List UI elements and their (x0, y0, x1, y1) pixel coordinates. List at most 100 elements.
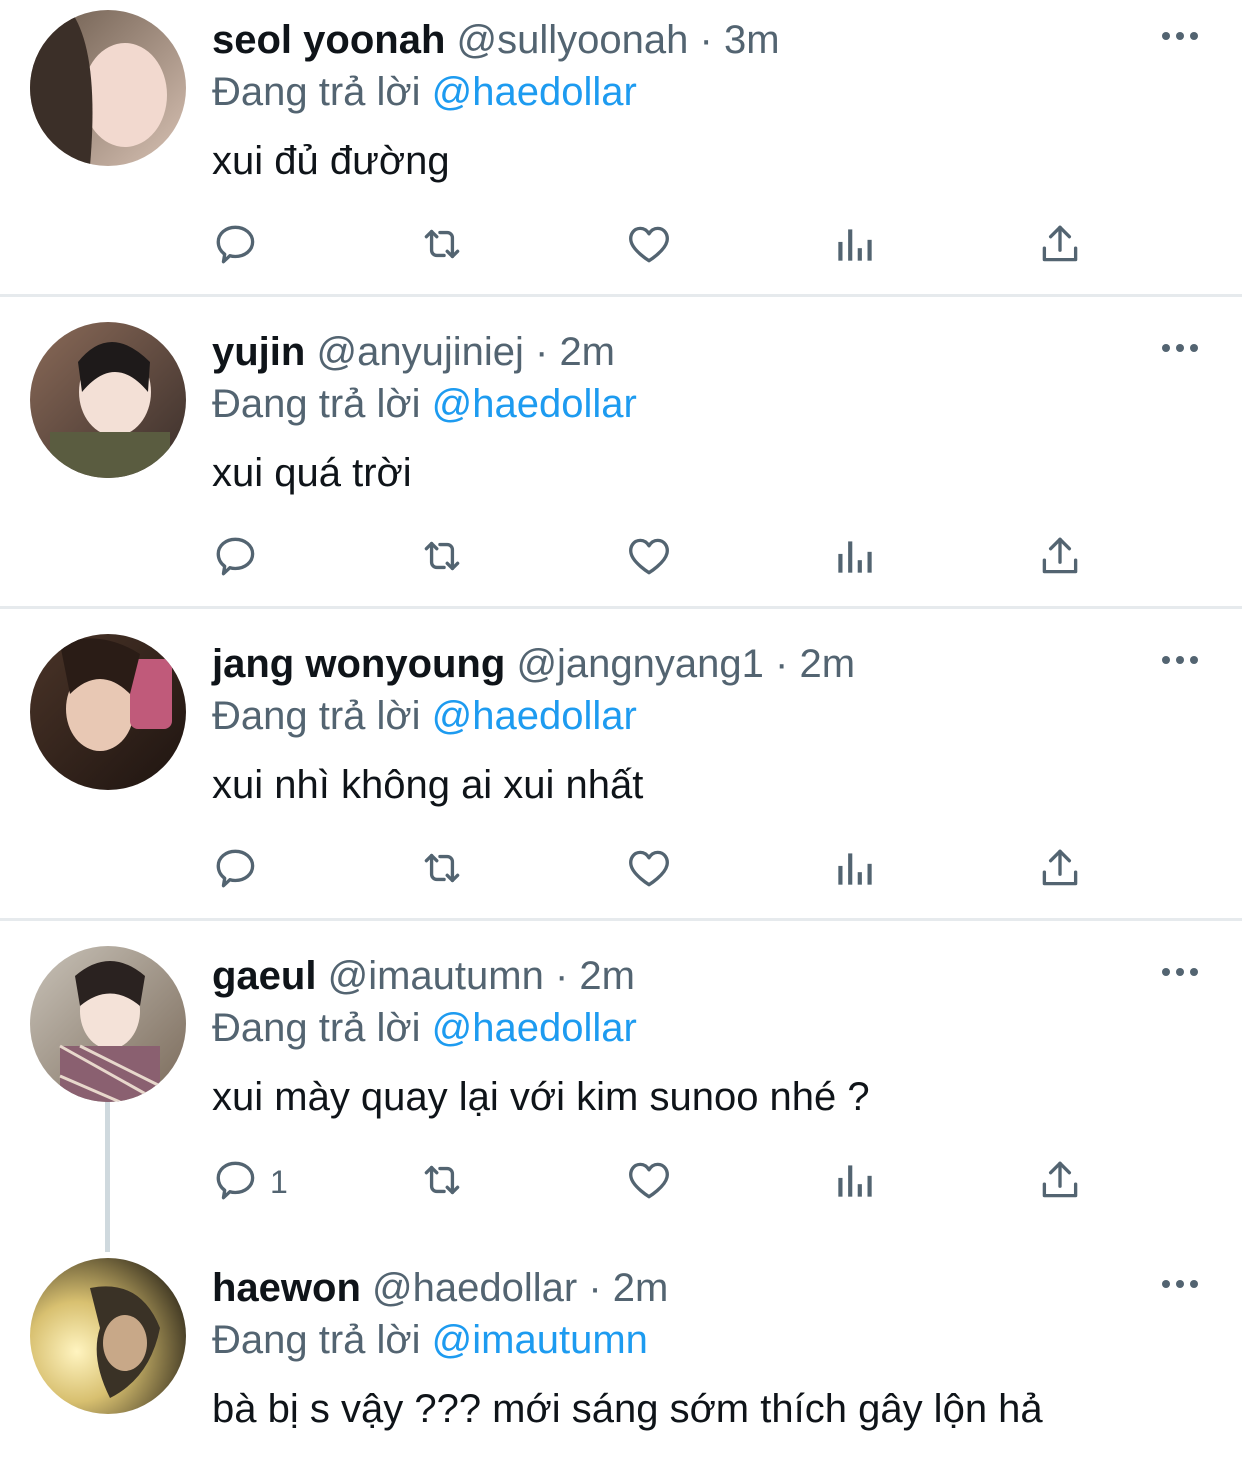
reply-button[interactable] (212, 840, 270, 900)
divider (0, 918, 1242, 921)
avatar[interactable] (30, 946, 186, 1102)
author-handle[interactable]: @haedollar (372, 1266, 577, 1310)
reply-icon (212, 219, 262, 274)
replying-to: Đang trả lời @haedollar (212, 692, 637, 740)
share-button[interactable] (1035, 216, 1085, 276)
reply-count: 1 (270, 1163, 288, 1200)
views-button[interactable] (830, 216, 880, 276)
author-handle[interactable]: @anyujiniej (316, 330, 523, 374)
separator-dot: · (588, 1266, 602, 1310)
reply-icon (212, 1155, 262, 1210)
avatar[interactable] (30, 634, 186, 790)
tweet-text: bà bị s vậy ??? mới sáng sớm thích gây l… (212, 1387, 1043, 1431)
author-name[interactable]: yujin (212, 330, 305, 374)
more-icon[interactable] (1160, 22, 1200, 50)
author-name[interactable]: jang wonyoung (212, 642, 505, 686)
views-button[interactable] (830, 1152, 880, 1212)
retweet-button[interactable] (417, 528, 467, 588)
author-name[interactable]: haewon (212, 1266, 361, 1310)
like-button[interactable] (624, 528, 674, 588)
like-icon (624, 219, 674, 274)
timestamp[interactable]: 2m (559, 330, 615, 374)
action-bar: 1 (212, 1152, 1112, 1212)
timestamp[interactable]: 2m (613, 1266, 669, 1310)
replying-prefix: Đang trả lời (212, 70, 421, 114)
replying-mention[interactable]: @haedollar (432, 1006, 637, 1050)
share-icon (1035, 219, 1085, 274)
replying-prefix: Đang trả lời (212, 1006, 421, 1050)
replying-mention[interactable]: @imautumn (432, 1318, 648, 1362)
tweet-header: gaeul @imautumn · 2m (212, 952, 635, 1000)
views-icon (830, 1155, 880, 1210)
separator-dot: · (534, 330, 549, 374)
reply-icon (212, 531, 262, 586)
tweet-2[interactable]: yujin @anyujiniej · 2m Đang trả lời @hae… (0, 312, 1242, 608)
like-button[interactable] (624, 216, 674, 276)
replying-mention[interactable]: @haedollar (432, 382, 637, 426)
retweet-icon (417, 843, 467, 898)
tweet-5[interactable]: haewon @haedollar · 2m Đang trả lời @ima… (0, 1248, 1242, 1460)
author-handle[interactable]: @jangnyang1 (516, 642, 763, 686)
views-icon (830, 843, 880, 898)
replying-to: Đang trả lời @haedollar (212, 380, 637, 428)
separator-dot: · (699, 18, 713, 62)
reply-icon (212, 843, 262, 898)
timestamp[interactable]: 2m (579, 954, 635, 998)
share-icon (1035, 531, 1085, 586)
avatar[interactable] (30, 1258, 186, 1414)
tweet-3[interactable]: jang wonyoung @jangnyang1 · 2m Đang trả … (0, 624, 1242, 920)
tweet-header: seol yoonah @sullyoonah · 3m (212, 16, 780, 64)
author-name[interactable]: gaeul (212, 954, 316, 998)
tweet-text: xui mày quay lại với kim sunoo nhé ? (212, 1075, 870, 1119)
author-handle[interactable]: @sullyoonah (457, 18, 689, 62)
retweet-button[interactable] (417, 216, 467, 276)
reply-button[interactable]: 1 (212, 1152, 288, 1212)
replying-prefix: Đang trả lời (212, 382, 421, 426)
reply-button[interactable] (212, 216, 270, 276)
more-icon[interactable] (1160, 646, 1200, 674)
tweet-4[interactable]: gaeul @imautumn · 2m Đang trả lời @haedo… (0, 936, 1242, 1248)
replying-mention[interactable]: @haedollar (432, 694, 637, 738)
author-handle[interactable]: @imautumn (328, 954, 544, 998)
reply-button[interactable] (212, 528, 270, 588)
tweet-text: xui nhì không ai xui nhất (212, 763, 644, 807)
timestamp[interactable]: 2m (799, 642, 855, 686)
share-button[interactable] (1035, 528, 1085, 588)
more-icon[interactable] (1160, 334, 1200, 362)
like-button[interactable] (624, 840, 674, 900)
separator-dot: · (775, 642, 789, 686)
like-icon (624, 531, 674, 586)
more-icon[interactable] (1160, 958, 1200, 986)
divider (0, 294, 1242, 297)
share-button[interactable] (1035, 840, 1085, 900)
tweet-header: jang wonyoung @jangnyang1 · 2m (212, 640, 855, 688)
author-name[interactable]: seol yoonah (212, 18, 445, 62)
like-icon (624, 843, 674, 898)
more-icon[interactable] (1160, 1270, 1200, 1298)
tweet-1[interactable]: seol yoonah @sullyoonah · 3m Đang trả lờ… (0, 0, 1242, 296)
separator-dot: · (554, 954, 569, 998)
retweet-button[interactable] (417, 840, 467, 900)
timestamp[interactable]: 3m (724, 18, 780, 62)
action-bar (212, 528, 1112, 588)
avatar[interactable] (30, 322, 186, 478)
tweet-text: xui đủ đường (212, 139, 450, 183)
replying-prefix: Đang trả lời (212, 694, 421, 738)
like-button[interactable] (624, 1152, 674, 1212)
retweet-icon (417, 219, 467, 274)
replying-prefix: Đang trả lời (212, 1318, 421, 1362)
share-button[interactable] (1035, 1152, 1085, 1212)
retweet-button[interactable] (417, 1152, 467, 1212)
share-icon (1035, 843, 1085, 898)
replying-mention[interactable]: @haedollar (432, 70, 637, 114)
views-button[interactable] (830, 528, 880, 588)
action-bar (212, 216, 1112, 276)
share-icon (1035, 1155, 1085, 1210)
retweet-icon (417, 531, 467, 586)
replying-to: Đang trả lời @imautumn (212, 1316, 648, 1364)
replying-to: Đang trả lời @haedollar (212, 1004, 637, 1052)
views-button[interactable] (830, 840, 880, 900)
replying-to: Đang trả lời @haedollar (212, 68, 637, 116)
avatar[interactable] (30, 10, 186, 166)
views-icon (830, 219, 880, 274)
